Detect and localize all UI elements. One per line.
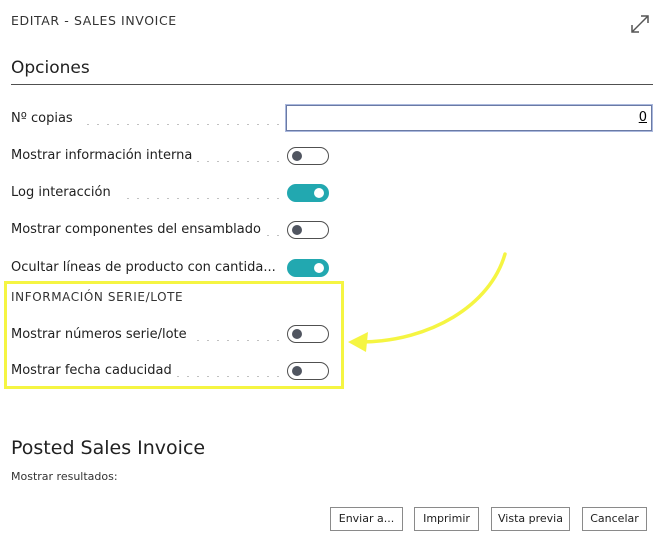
annotation-arrow-icon [348, 252, 507, 352]
toggle-label: Mostrar fecha caducidad [11, 363, 172, 378]
toggle-hide-zero-lines[interactable] [287, 259, 329, 277]
dot-leader [173, 365, 285, 377]
toggle-knob [292, 365, 302, 376]
copies-input[interactable]: 0 [286, 105, 652, 131]
toggle-expiry-date[interactable] [287, 362, 329, 380]
toggle-knob [292, 150, 302, 161]
copies-value: 0 [638, 110, 647, 125]
toggle-label: Log interacción [11, 185, 111, 200]
group-title-serial-lot: INFORMACIÓN SERIE/LOTE [11, 290, 184, 304]
toggle-internal-info[interactable] [287, 147, 329, 165]
toggle-knob [314, 187, 324, 198]
expand-icon[interactable] [628, 12, 652, 36]
copies-label: Nº copias [11, 111, 73, 126]
toggle-label: Mostrar números serie/lote [11, 327, 187, 342]
dot-leader [193, 329, 285, 341]
toggle-label: Mostrar información interna [11, 148, 193, 163]
section-title-opciones: Opciones [11, 58, 90, 78]
report-title: Posted Sales Invoice [11, 437, 206, 459]
toggle-knob [292, 224, 302, 235]
toggle-serial-numbers[interactable] [287, 325, 329, 343]
send-to-button[interactable]: Enviar a... [330, 507, 403, 531]
dot-leader [193, 150, 285, 162]
section-divider [11, 84, 653, 85]
toggle-knob [292, 328, 302, 339]
toggle-knob [314, 262, 324, 273]
dialog-title: EDITAR - SALES INVOICE [11, 13, 177, 28]
dot-leader [83, 113, 283, 125]
toggle-assembly-components[interactable] [287, 221, 329, 239]
toggle-label: Mostrar componentes del ensamblado [11, 222, 261, 237]
cancel-button[interactable]: Cancelar [582, 507, 647, 531]
print-button[interactable]: Imprimir [414, 507, 479, 531]
toggle-label: Ocultar líneas de producto con cantida..… [11, 260, 276, 275]
dot-leader [263, 224, 285, 236]
toggle-log-interaction[interactable] [287, 184, 329, 202]
preview-button[interactable]: Vista previa [491, 507, 570, 531]
report-subtitle: Mostrar resultados: [11, 470, 118, 483]
dot-leader [123, 187, 285, 199]
